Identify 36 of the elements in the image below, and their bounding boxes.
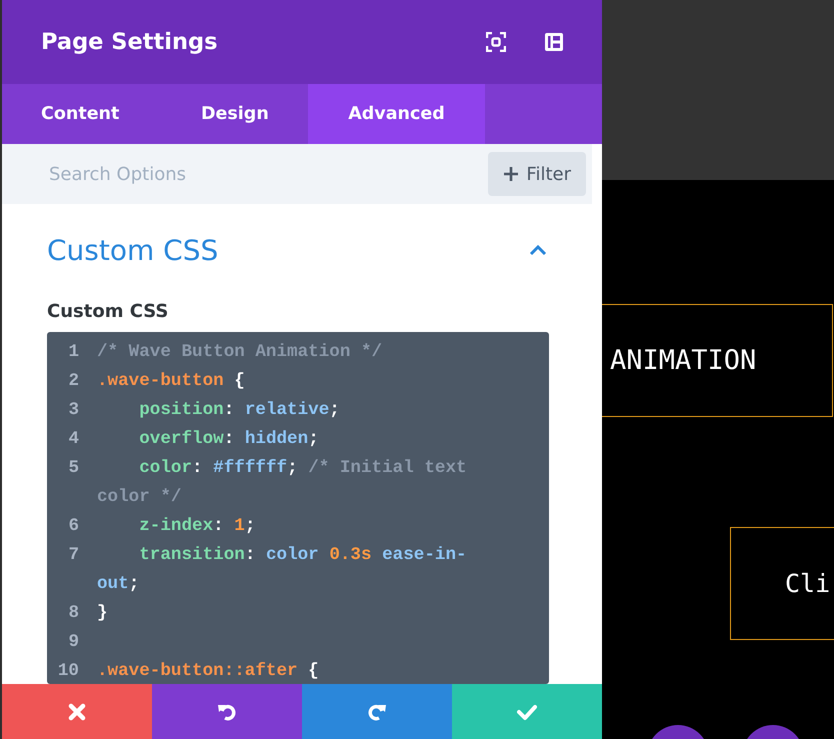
- chevron-icon[interactable]: [529, 244, 547, 256]
- code-line: z-index: 1;: [138, 515, 256, 538]
- line-number: 9: [67, 631, 79, 654]
- preview-button[interactable]: Cli: [730, 527, 834, 640]
- line-number: 7: [67, 544, 79, 567]
- filter-button[interactable]: Filter: [488, 152, 586, 196]
- line-number: 10: [56, 660, 79, 683]
- tab[interactable]: Design: [162, 84, 308, 144]
- line-number: 8: [67, 602, 79, 625]
- code-editor[interactable]: [47, 332, 549, 684]
- panel-title: Page Settings: [41, 29, 218, 55]
- line-number: 4: [67, 428, 79, 451]
- line-number: 2: [67, 370, 79, 393]
- line-number: 1: [67, 341, 79, 364]
- code-line: position: relative;: [138, 399, 341, 422]
- code-line: .wave-button::after {: [97, 660, 320, 683]
- plus-icon: [504, 167, 518, 181]
- tab[interactable]: Advanced: [308, 84, 485, 144]
- line-number: 6: [67, 515, 79, 538]
- code-line: .wave-button {: [97, 370, 246, 393]
- code-line: transition: color 0.3s ease-in-out;: [97, 544, 468, 596]
- code-line: color: #ffffff; /* Initial text color */: [97, 457, 468, 509]
- code-line: }: [97, 602, 109, 625]
- search-field[interactable]: Search Options Filter: [2, 144, 592, 204]
- discard-button[interactable]: [2, 684, 152, 739]
- line-number: 3: [67, 399, 79, 422]
- section-title[interactable]: Custom CSS: [47, 234, 529, 266]
- code-line: overflow: hidden;: [138, 428, 320, 451]
- line-number: 5: [67, 457, 79, 480]
- sidebar-layout-icon[interactable]: [544, 32, 564, 52]
- code-line: /* Wave Button Animation */: [97, 341, 384, 364]
- focus-icon[interactable]: [486, 32, 506, 52]
- field-label: Custom CSS: [47, 301, 170, 322]
- tab[interactable]: Content: [2, 84, 162, 144]
- close-icon: [67, 702, 87, 722]
- preview-button[interactable]: ANIMATION: [602, 304, 833, 417]
